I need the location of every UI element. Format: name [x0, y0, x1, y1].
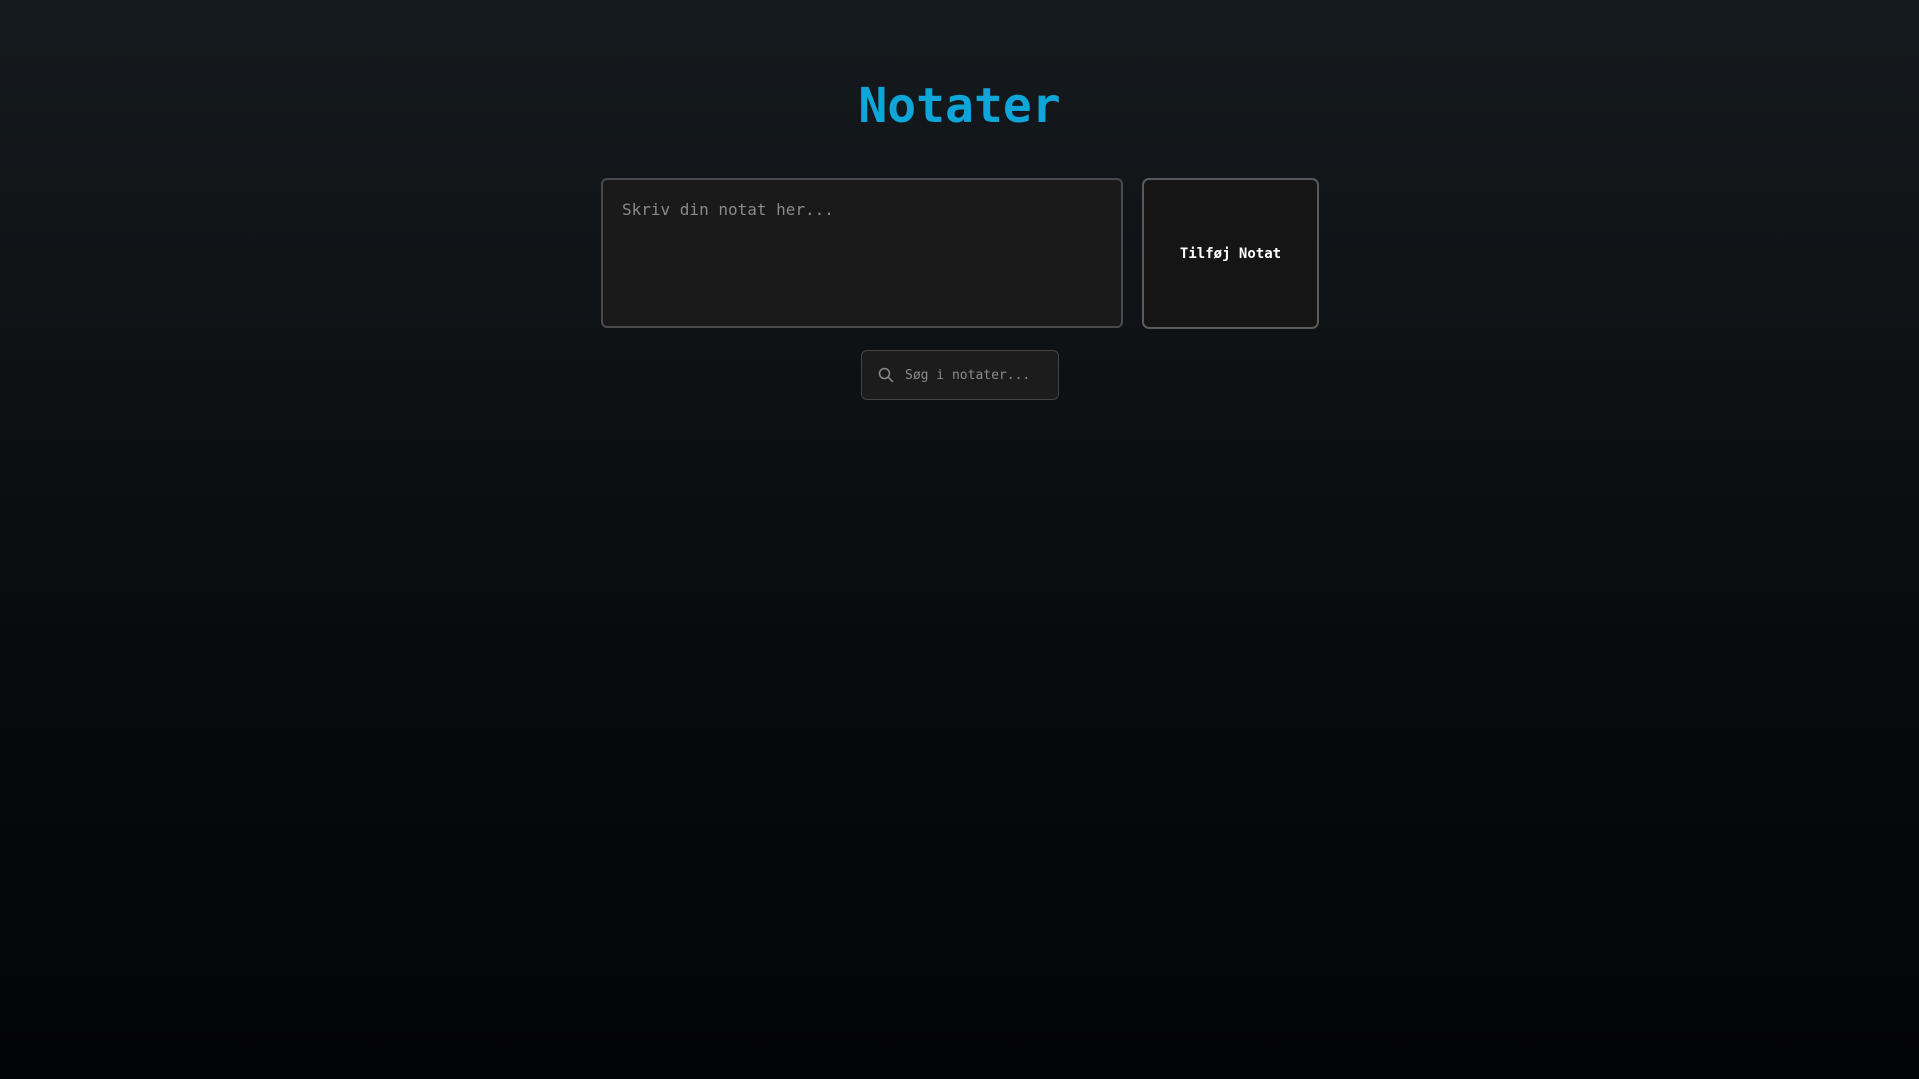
search-input[interactable] [905, 367, 1058, 383]
page-title: Notater [858, 78, 1061, 134]
note-input[interactable] [601, 178, 1123, 328]
add-note-button[interactable]: Tilføj Notat [1142, 178, 1319, 329]
search-icon [877, 366, 895, 384]
search-box[interactable] [861, 350, 1059, 400]
